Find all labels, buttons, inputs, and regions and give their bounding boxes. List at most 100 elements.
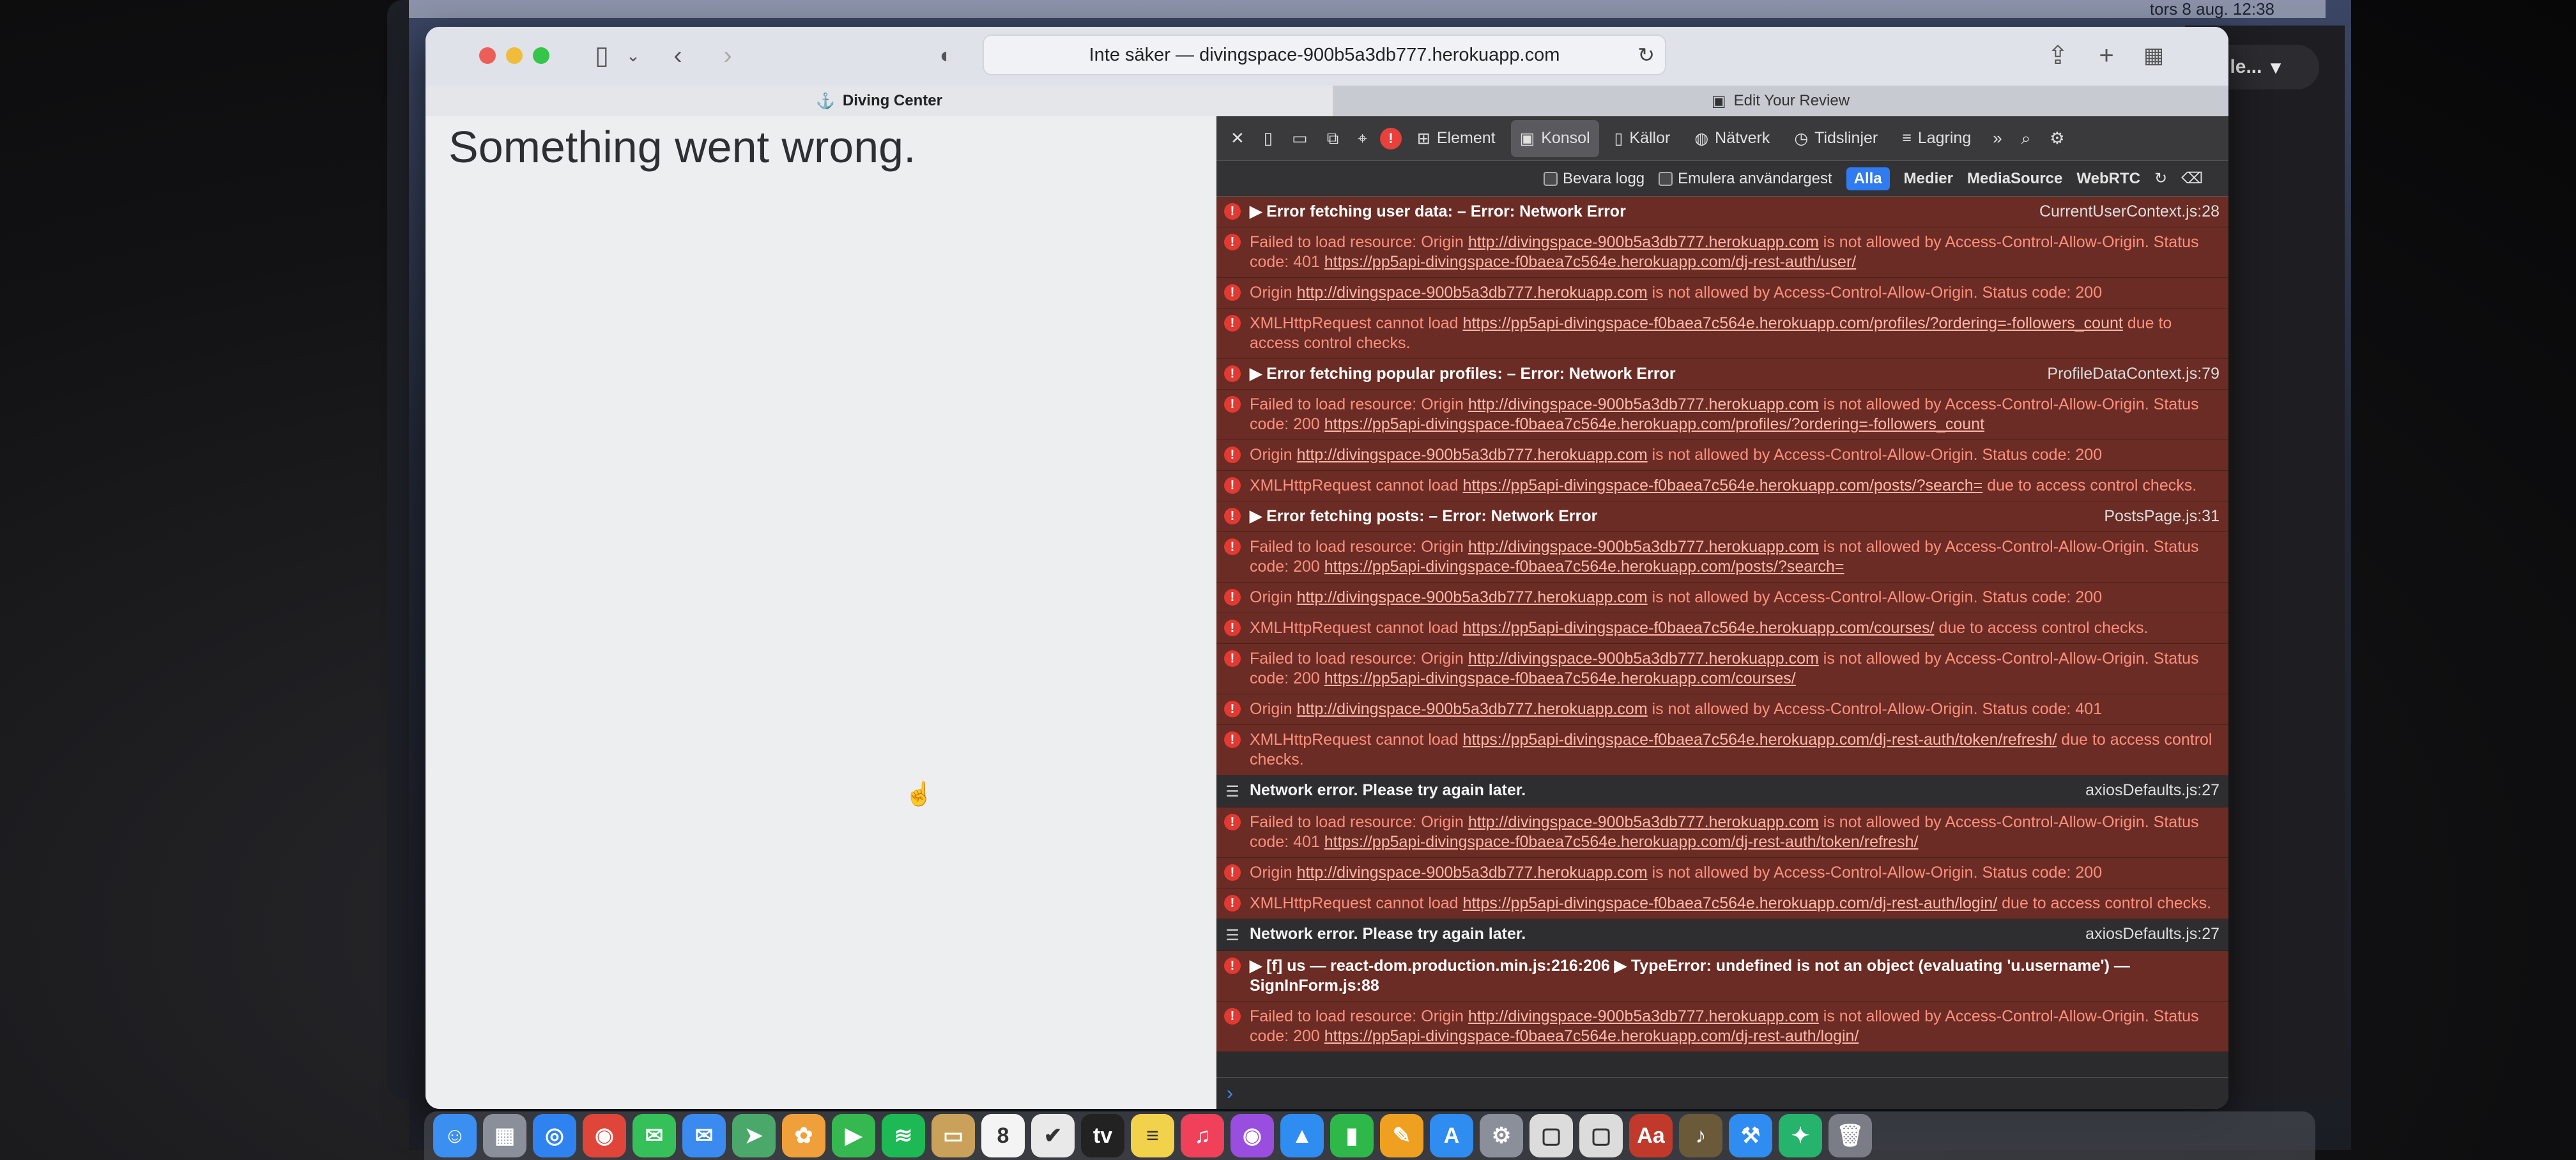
photos-icon[interactable]: ✿ [782,1114,825,1157]
console-error-row[interactable]: ! Origin http://divingspace-900b5a3db777.… [1216,278,2228,309]
console-error-row[interactable]: ! XMLHttpRequest cannot load https://pp5a… [1216,309,2228,359]
guitar-icon[interactable]: ♪ [1679,1114,1722,1157]
filter-mediasource-button[interactable]: MediaSource [1967,170,2062,188]
console-error-row[interactable]: ! Failed to load resource: Origin http://… [1216,390,2228,440]
address-bar[interactable]: Inte säker — divingspace-900b5a3db777.he… [983,34,1666,75]
console-source-link[interactable]: PostsPage.js:31 [2091,507,2220,526]
console-url-link[interactable]: https://pp5api-divingspace-f0baea7c564e.… [1324,558,1844,576]
podcasts-icon[interactable]: ◉ [1230,1114,1274,1157]
console-error-row[interactable]: ! Failed to load resource: Origin http://… [1216,1002,2228,1052]
notes-icon[interactable]: ≡ [1131,1114,1174,1157]
console-url-link[interactable]: http://divingspace-900b5a3db777.herokuap… [1297,446,1648,464]
emulate-gesture-checkbox[interactable]: Emulera användargest [1659,170,1832,188]
appstore-icon[interactable]: A [1430,1114,1473,1157]
chrome-icon[interactable]: ◉ [583,1114,626,1157]
console-log-row[interactable]: ☰ Network error. Please try again later. a… [1216,775,2228,807]
console-url-link[interactable]: https://pp5api-divingspace-f0baea7c564e.… [1324,1027,1859,1045]
console-url-link[interactable]: http://divingspace-900b5a3db777.herokuap… [1297,284,1648,301]
close-window-button[interactable] [479,47,496,64]
preserve-log-checkbox[interactable]: Bevara logg [1544,170,1644,188]
mail-icon[interactable]: ✉ [682,1114,726,1157]
facetime-icon[interactable]: ▶ [832,1114,875,1157]
filter-media-button[interactable]: Medier [1904,170,1953,188]
chevron-down-icon[interactable]: ⌄ [624,40,643,72]
console-error-row[interactable]: ! ▶ Error fetching user data: – Error: Ne… [1216,197,2228,227]
keynote-icon[interactable]: ▲ [1280,1114,1324,1157]
console-url-link[interactable]: http://divingspace-900b5a3db777.herokuap… [1297,864,1648,881]
tab-lagring[interactable]: ≡ Lagring [1893,120,1980,157]
finder-icon[interactable]: ☺ [433,1114,477,1157]
console-source-link[interactable]: CurrentUserContext.js:28 [2027,202,2220,222]
tab-element[interactable]: ⊞ Element [1408,120,1505,157]
dictionary-icon[interactable]: Aa [1629,1114,1673,1157]
new-tab-icon[interactable]: + [2090,40,2122,72]
console-error-row[interactable]: ! Origin http://divingspace-900b5a3db777.… [1216,694,2228,725]
zoom-window-button[interactable] [533,47,549,64]
console-url-link[interactable]: https://pp5api-divingspace-f0baea7c564e.… [1463,619,1935,637]
element-picker-icon[interactable]: ⌖ [1351,120,1374,157]
console-url-link[interactable]: http://divingspace-900b5a3db777.herokuap… [1468,1007,1819,1025]
console-error-row[interactable]: ! XMLHttpRequest cannot load https://pp5a… [1216,725,2228,775]
refresh-icon[interactable]: ↻ [2154,169,2167,188]
launchpad-icon[interactable]: ▦ [483,1114,526,1157]
calendar-icon[interactable]: 8 [981,1114,1025,1157]
console-url-link[interactable]: https://pp5api-divingspace-f0baea7c564e.… [1463,477,1983,494]
console-error-row[interactable]: ! XMLHttpRequest cannot load https://pp5a… [1216,613,2228,644]
search-icon[interactable]: ⌕ [2015,120,2037,157]
filter-webrtc-button[interactable]: WebRTC [2076,170,2140,188]
preview2-icon[interactable]: ▢ [1579,1114,1623,1157]
tab-natverk[interactable]: ◍ Nätverk [1685,120,1779,157]
music-icon[interactable]: ♫ [1181,1114,1224,1157]
tab-edit-your-review[interactable]: ▣ Edit Your Review [1333,86,2228,116]
gear-icon[interactable]: ⚙ [2043,120,2071,157]
console-error-row[interactable]: ! Failed to load resource: Origin http://… [1216,807,2228,858]
console-error-row[interactable]: ! Failed to load resource: Origin http://… [1216,227,2228,278]
console-error-row[interactable]: ! ▶ Error fetching posts: – Error: Networ… [1216,501,2228,532]
console-error-row[interactable]: ! Failed to load resource: Origin http://… [1216,644,2228,694]
error-count-badge[interactable]: ! [1379,127,1402,149]
tab-tidslinjer[interactable]: ◷ Tidslinjer [1785,120,1887,157]
console-source-link[interactable]: axiosDefaults.js:27 [2073,924,2220,944]
console-error-row[interactable]: ! Origin http://divingspace-900b5a3db777.… [1216,858,2228,889]
console-url-link[interactable]: https://pp5api-divingspace-f0baea7c564e.… [1324,253,1856,271]
console-error-row[interactable]: ! Origin http://divingspace-900b5a3db777.… [1216,440,2228,471]
console-url-link[interactable]: https://pp5api-divingspace-f0baea7c564e.… [1324,415,1984,433]
settings-icon[interactable]: ⚙ [1480,1114,1523,1157]
more-tabs-icon[interactable]: » [1986,120,2008,157]
messages-icon[interactable]: ✉ [632,1114,676,1157]
console-url-link[interactable]: https://pp5api-divingspace-f0baea7c564e.… [1324,833,1919,851]
console-url-link[interactable]: https://pp5api-divingspace-f0baea7c564e.… [1463,731,2057,749]
close-inspector-icon[interactable]: ✕ [1224,120,1251,157]
console-url-link[interactable]: http://divingspace-900b5a3db777.herokuap… [1297,700,1648,718]
maps-icon[interactable]: ➤ [732,1114,776,1157]
reload-icon[interactable]: ↻ [1637,43,1655,67]
console-error-row[interactable]: ! XMLHttpRequest cannot load https://pp5a… [1216,889,2228,919]
console-error-row[interactable]: ! XMLHttpRequest cannot load https://pp5a… [1216,471,2228,501]
spark-icon[interactable]: ✦ [1779,1114,1822,1157]
tab-kallor[interactable]: ▯ Källor [1606,120,1680,157]
console-prompt[interactable]: › [1216,1077,2228,1109]
console-source-link[interactable]: axiosDefaults.js:27 [2073,781,2220,800]
tv-icon[interactable]: tv [1081,1114,1124,1157]
spotify-icon[interactable]: ≋ [882,1114,925,1157]
console-url-link[interactable]: http://divingspace-900b5a3db777.herokuap… [1468,395,1819,413]
dock-side-icon[interactable]: ▯ [1257,120,1279,157]
console-log-row[interactable]: ☰ Network error. Please try again later. a… [1216,919,2228,951]
console-url-link[interactable]: http://divingspace-900b5a3db777.herokuap… [1468,813,1819,831]
console-url-link[interactable]: https://pp5api-divingspace-f0baea7c564e.… [1463,894,1998,912]
console-url-link[interactable]: https://pp5api-divingspace-f0baea7c564e.… [1463,314,2123,332]
xcode-icon[interactable]: ⚒ [1729,1114,1772,1157]
dock-bottom-icon[interactable]: ▭ [1285,120,1314,157]
pages-icon[interactable]: ✎ [1380,1114,1423,1157]
back-icon[interactable]: ‹ [662,40,694,72]
undock-icon[interactable]: ⧉ [1321,120,1346,157]
console-error-row[interactable]: ! ▶ [f] us — react-dom.production.min.js:… [1216,951,2228,1002]
console-url-link[interactable]: http://divingspace-900b5a3db777.herokuap… [1468,538,1819,556]
safari-icon[interactable]: ◎ [533,1114,576,1157]
console-source-link[interactable]: ProfileDataContext.js:79 [2034,364,2220,384]
clear-console-icon[interactable]: ⌫ [2181,169,2203,188]
console-error-row[interactable]: ! ▶ Error fetching popular profiles: – Er… [1216,359,2228,390]
share-icon[interactable]: ⇪ [2042,40,2074,72]
console-error-row[interactable]: ! Origin http://divingspace-900b5a3db777.… [1216,583,2228,613]
trash-icon[interactable]: 🗑 [1828,1114,1872,1157]
